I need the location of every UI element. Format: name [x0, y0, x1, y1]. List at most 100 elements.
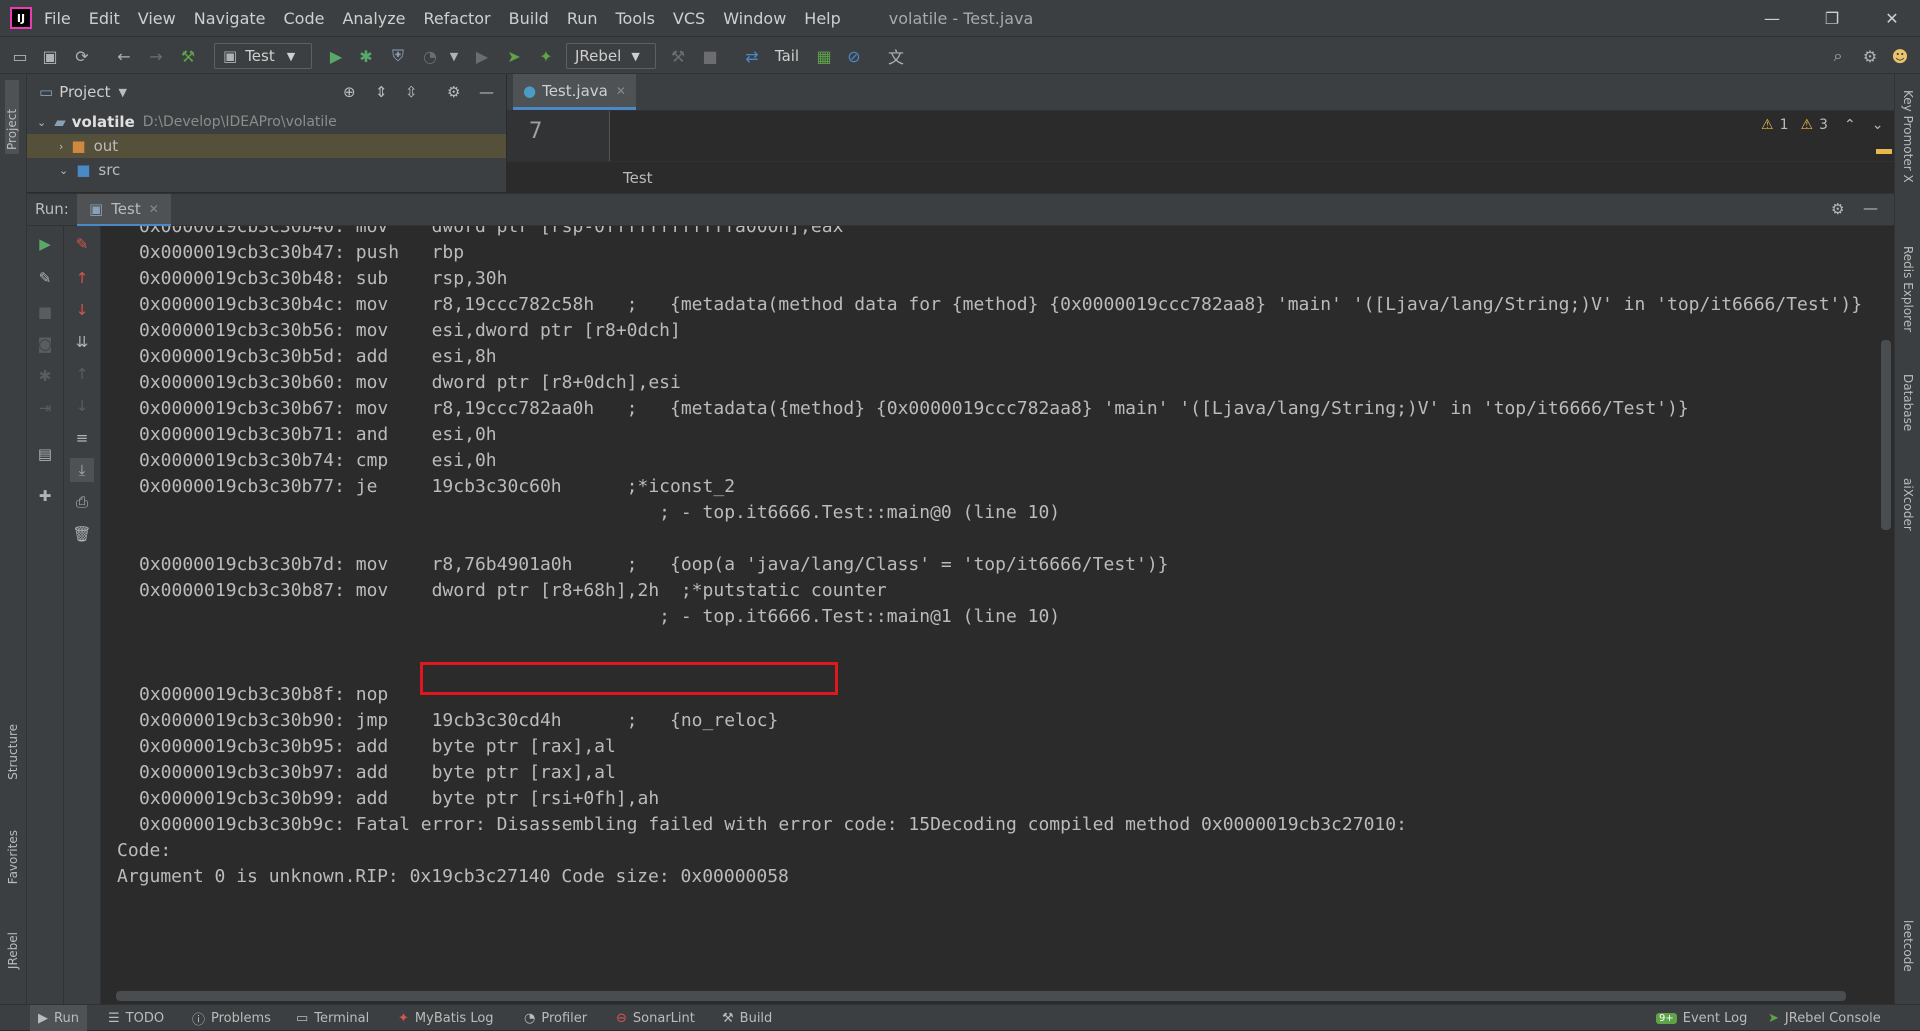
console-horizontal-scrollbar[interactable] [116, 991, 1846, 1001]
jrebel-debug-icon[interactable]: ✦ [534, 44, 558, 68]
minimize-icon[interactable]: — [1744, 0, 1800, 36]
settings-icon[interactable]: ⚙ [1858, 44, 1882, 68]
menu-navigate[interactable]: Navigate [194, 9, 266, 28]
tab-test-java[interactable]: ● Test.java ✕ [513, 74, 636, 110]
status-sonarlint-tab[interactable]: ⊖ SonarLint [616, 1005, 695, 1031]
run-tab-test[interactable]: ▣ Test ✕ [77, 194, 171, 227]
menu-help[interactable]: Help [804, 9, 840, 28]
status-terminal-tab[interactable]: ▭ Terminal [296, 1005, 369, 1031]
layout-icon[interactable]: ▤ [33, 442, 57, 466]
status-problems-tab[interactable]: ⓘ Problems [192, 1005, 271, 1031]
expand-all-icon[interactable]: ⇕ [375, 83, 388, 101]
translate-icon[interactable]: ⇄ [740, 44, 764, 68]
status-profiler-tab[interactable]: ◔ Profiler [524, 1005, 587, 1031]
console-vertical-scrollbar[interactable] [1881, 340, 1891, 530]
jrebel-run-icon[interactable]: ➤ [502, 44, 526, 68]
menu-view[interactable]: View [138, 9, 176, 28]
arrow-down-icon[interactable]: ↓ [70, 298, 94, 322]
coverage-icon[interactable]: ⛨ [386, 44, 410, 68]
menu-build[interactable]: Build [509, 9, 549, 28]
stop-icon[interactable]: ■ [698, 44, 722, 68]
inspection-widget[interactable]: ⚠ 1 ⚠ 3 ⌃ ⌄ [1761, 117, 1883, 133]
soft-wrap-icon[interactable]: ≡ [70, 426, 94, 450]
jrebel-tool-tab[interactable]: JRebel [6, 932, 20, 969]
database-tab[interactable]: Database [1901, 374, 1915, 431]
close-icon[interactable]: ✕ [616, 84, 626, 98]
debug-icon[interactable]: ✱ [354, 44, 378, 68]
sort-icon[interactable]: ⇊ [70, 330, 94, 354]
search-icon[interactable]: ⌕ [1826, 44, 1850, 68]
chevron-down-icon[interactable]: ⌄ [1872, 117, 1884, 133]
code-editor[interactable]: 7 ⚠ 1 ⚠ 3 ⌃ ⌄ [507, 111, 1894, 161]
chevron-down-icon[interactable]: ▼ [119, 86, 127, 99]
status-build-tab[interactable]: ⚒ Build [722, 1005, 772, 1031]
trash-icon[interactable]: 🗑 [70, 522, 94, 546]
pin-icon[interactable]: ✚ [33, 484, 57, 508]
error-stripe-marker[interactable] [1876, 149, 1892, 154]
open-folder-icon[interactable]: ▭ [8, 44, 32, 68]
build-hammer-icon[interactable]: ⚒ [176, 44, 200, 68]
run-config-select[interactable]: ▣ Test ▼ [214, 43, 312, 69]
menu-file[interactable]: File [44, 9, 71, 28]
arrow-up-icon[interactable]: ↑ [70, 266, 94, 290]
status-run-tab[interactable]: ▶ Run [30, 1005, 87, 1031]
menu-code[interactable]: Code [284, 9, 325, 28]
block-icon[interactable]: ⊘ [842, 44, 866, 68]
back-icon[interactable]: ← [112, 44, 136, 68]
monitor-chart-icon[interactable]: ▦ [812, 44, 836, 68]
close-icon[interactable]: ✕ [149, 202, 159, 216]
tail-button[interactable]: Tail [770, 44, 804, 68]
status-todo-tab[interactable]: ☰ TODO [108, 1005, 164, 1031]
print-icon[interactable]: ⎙ [70, 490, 94, 514]
menu-tools[interactable]: Tools [616, 9, 655, 28]
status-mybatis-tab[interactable]: ✦ MyBatis Log [398, 1005, 494, 1031]
hide-panel-icon[interactable]: — [479, 83, 494, 101]
profile-icon[interactable]: ◔ [418, 44, 442, 68]
console-output[interactable]: 0x0000019cb3c30b40: mov dword ptr [rsp-0… [101, 226, 1881, 1004]
tree-item-src[interactable]: ⌄ ■ src [27, 158, 506, 182]
run-icon[interactable]: ▶ [324, 44, 348, 68]
favorites-tool-tab[interactable]: Favorites [6, 830, 20, 884]
leetcode-tab[interactable]: leetcode [1901, 920, 1915, 972]
close-window-icon[interactable]: ✕ [1864, 0, 1920, 36]
more-run-chevron-icon[interactable]: ▼ [442, 44, 466, 68]
menu-run[interactable]: Run [567, 9, 598, 28]
collapse-all-icon[interactable]: ⇳ [405, 83, 418, 101]
project-tool-tab[interactable]: Project [5, 80, 19, 154]
chevron-up-icon[interactable]: ⌃ [1844, 117, 1856, 133]
menu-analyze[interactable]: Analyze [342, 9, 405, 28]
aixcoder-tab[interactable]: aiXcoder [1901, 478, 1915, 531]
redis-explorer-tab[interactable]: Redis Explorer [1901, 246, 1915, 332]
status-event-log[interactable]: 9+ Event Log [1656, 1005, 1747, 1031]
status-jrebel-console[interactable]: ➤ JRebel Console [1768, 1005, 1881, 1031]
bug-icon[interactable]: ✱ [33, 364, 57, 388]
locate-icon[interactable]: ⊕ [343, 83, 356, 101]
next-icon[interactable]: ↓ [70, 394, 94, 418]
project-view-selector[interactable]: Project [59, 83, 110, 101]
exit-icon[interactable]: ⇥ [33, 396, 57, 420]
rerun-icon[interactable]: ▶ [33, 232, 57, 256]
hide-panel-icon[interactable]: — [1863, 199, 1878, 217]
tree-root-row[interactable]: ⌄ ▰ volatile D:\Develop\IDEAPro\volatile [27, 110, 506, 134]
wrench-icon[interactable]: ✎ [33, 266, 57, 290]
menu-edit[interactable]: Edit [89, 9, 120, 28]
prev-icon[interactable]: ↑ [70, 362, 94, 386]
language-icon[interactable]: 文 [884, 44, 908, 68]
breadcrumb-item[interactable]: Test [623, 169, 653, 187]
settings-icon[interactable]: ⚙ [1831, 200, 1844, 218]
key-promoter-tab[interactable]: Key Promoter X [1901, 90, 1915, 183]
menu-window[interactable]: Window [723, 9, 786, 28]
run-disabled-icon[interactable]: ▶ [470, 44, 494, 68]
menu-vcs[interactable]: VCS [673, 9, 705, 28]
gear-icon[interactable]: ⚙ [447, 83, 460, 101]
restore-icon[interactable]: ❐ [1804, 0, 1860, 36]
tree-item-out[interactable]: › ■ out [27, 134, 506, 158]
camera-icon[interactable]: ◙ [33, 332, 57, 356]
clear-edit-icon[interactable]: ✎ [70, 232, 94, 256]
save-icon[interactable]: ▣ [38, 44, 62, 68]
forward-icon[interactable]: → [144, 44, 168, 68]
hammer-disabled-icon[interactable]: ⚒ [666, 44, 690, 68]
menu-refactor[interactable]: Refactor [424, 9, 491, 28]
sync-icon[interactable]: ⟳ [70, 44, 94, 68]
jrebel-config-select[interactable]: JRebel ▼ [566, 43, 656, 69]
